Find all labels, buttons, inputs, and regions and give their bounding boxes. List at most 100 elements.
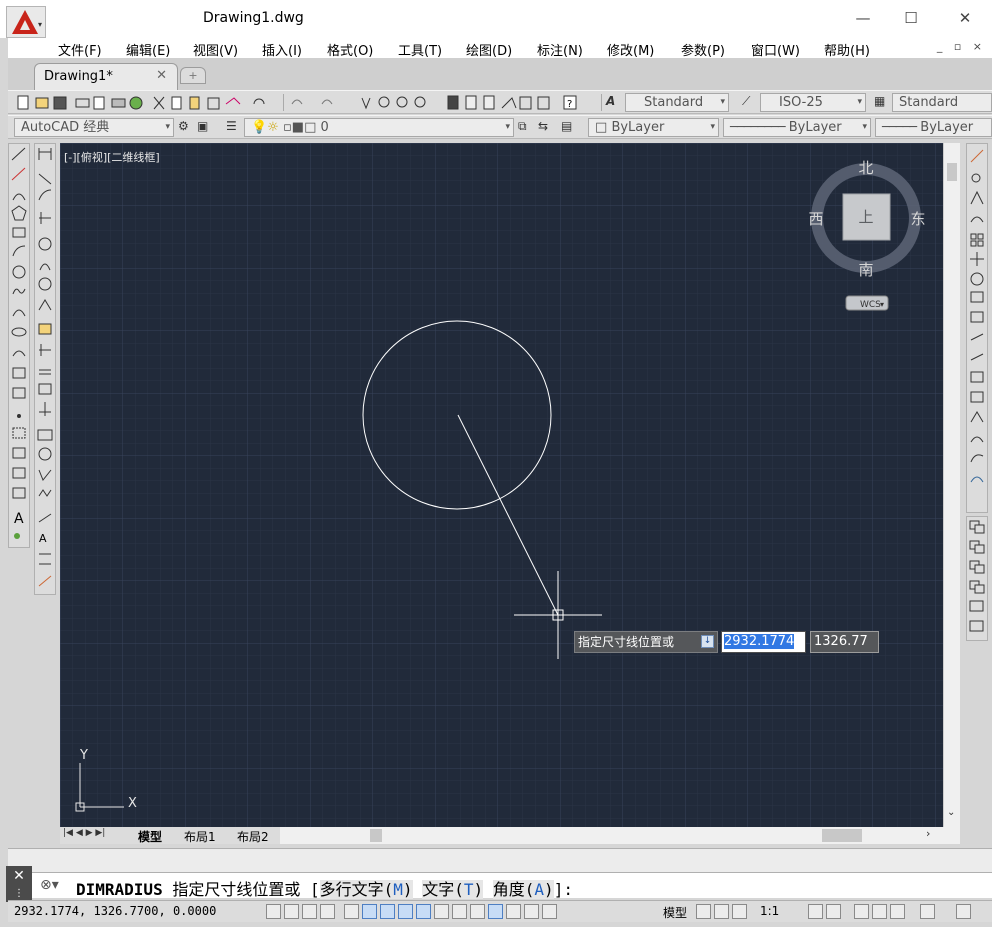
workspace-settings-icon[interactable]: ▣ (197, 118, 208, 134)
menu-edit[interactable]: 编辑(E) (126, 40, 170, 59)
menu-draw[interactable]: 绘图(D) (466, 40, 512, 59)
title-bar: ▾ Drawing1.dwg — ☐ ✕ (0, 0, 1000, 38)
layer-state-icon[interactable]: ▤ (561, 118, 572, 134)
selection-cycling-toggle[interactable] (506, 904, 521, 919)
dynamic-ucs-toggle[interactable] (416, 904, 431, 919)
gear-icon[interactable]: ⚙ (178, 118, 189, 134)
scroll-down-icon[interactable]: ⌄ (947, 807, 955, 818)
application-menu-button[interactable]: ▾ (6, 6, 46, 38)
option-angle-key: A (534, 880, 545, 899)
polar-tracking-toggle[interactable] (344, 904, 359, 919)
menu-tools[interactable]: 工具(T) (398, 40, 442, 59)
scroll-right-icon[interactable]: › (926, 827, 930, 840)
viewport-controls-label[interactable]: [-][俯视][二维线框] (64, 149, 160, 165)
option-text[interactable]: 文字(T) (422, 880, 484, 899)
command-line-close-button[interactable]: ✕ ⋮ (6, 866, 32, 902)
quick-view-layouts-icon[interactable] (696, 904, 711, 919)
hardware-acceleration-icon[interactable] (890, 904, 905, 919)
minimize-button[interactable]: — (840, 6, 886, 30)
model-space-label[interactable]: 模型 (663, 904, 687, 921)
annotation-visibility-icon[interactable] (808, 904, 823, 919)
drawing-area-svg[interactable]: Y X 上 北 南 西 东 WCS ▾ (60, 143, 943, 827)
coordinates-readout[interactable]: 2932.1774, 1326.7700, 0.0000 (14, 904, 216, 918)
close-icon[interactable]: ✕ (156, 68, 167, 83)
arrow-down-icon[interactable]: ↓ (701, 635, 714, 648)
dynamic-input-y-field[interactable]: 1326.77 (810, 631, 879, 653)
close-button[interactable]: ✕ (942, 6, 988, 30)
compass-west[interactable]: 西 (808, 210, 823, 228)
compass-south[interactable]: 南 (858, 261, 873, 279)
annotation-scale[interactable]: 1:1 (760, 904, 779, 918)
text-style-dropdown[interactable]: Standard ▾ (625, 93, 729, 112)
compass-north[interactable]: 北 (858, 159, 873, 177)
lock-icon[interactable] (872, 904, 887, 919)
menu-file[interactable]: 文件(F) (58, 40, 102, 59)
grid-display-toggle[interactable] (302, 904, 317, 919)
dimension-toolbar: A (34, 143, 56, 595)
option-mtext[interactable]: 多行文字(M) (319, 880, 413, 899)
object-snap-toggle[interactable] (362, 904, 377, 919)
menu-parametric[interactable]: 参数(P) (681, 40, 725, 59)
ortho-mode-toggle[interactable] (320, 904, 335, 919)
quick-view-drawings-icon[interactable] (714, 904, 729, 919)
grip-icon: ⋮ (14, 888, 24, 899)
quick-properties-toggle[interactable] (488, 904, 503, 919)
command-history (8, 848, 992, 872)
mdi-window-controls[interactable]: _ ▫ × (937, 40, 986, 53)
wrench-icon[interactable]: ⊗▾ (40, 877, 59, 893)
dimension-style-dropdown[interactable]: ISO-25 ▾ (760, 93, 866, 112)
layer-manager-icon[interactable]: ☰ (226, 118, 237, 134)
modify-toolbar-icons (970, 149, 984, 483)
tab-layout1[interactable]: 布局1 (184, 828, 216, 845)
menu-dimension[interactable]: 标注(N) (537, 40, 583, 59)
vertical-scrollbar[interactable]: ⌄ (943, 143, 960, 827)
file-tab-drawing1[interactable]: Drawing1* ✕ (34, 63, 178, 90)
table-style-dropdown[interactable]: Standard (892, 93, 992, 112)
command-line[interactable]: ⊗▾ DIMRADIUS 指定尺寸线位置或 [多行文字(M) 文字(T) 角度(… (8, 872, 992, 899)
scrollbar-thumb-right[interactable] (822, 829, 862, 842)
pan-icon[interactable] (732, 904, 747, 919)
object-snap-tracking-toggle[interactable] (398, 904, 413, 919)
option-text-close: ) (473, 880, 484, 899)
menu-view[interactable]: 视图(V) (193, 40, 238, 59)
menu-format[interactable]: 格式(O) (327, 40, 373, 59)
menu-modify[interactable]: 修改(M) (607, 40, 654, 59)
infer-constraints-toggle[interactable] (266, 904, 281, 919)
tab-nav-arrows-icon[interactable]: |◀ ◀ ▶ ▶| (63, 828, 105, 838)
dynamic-input-prompt-text: 指定尺寸线位置或 (578, 635, 675, 649)
new-tab-button[interactable]: + (180, 67, 206, 84)
add-icon[interactable] (542, 904, 557, 919)
view-toolbar-icons: ? (291, 95, 577, 110)
transparency-toggle[interactable] (470, 904, 485, 919)
lineweight-dropdown[interactable]: ───── ByLayer (875, 118, 992, 137)
scrollbar-thumb[interactable] (370, 829, 382, 842)
lineweight-toggle[interactable] (452, 904, 467, 919)
maximize-button[interactable]: ☐ (888, 6, 934, 30)
dynamic-input-x-field[interactable]: 2932.1774 (721, 631, 806, 653)
option-angle[interactable]: 角度(A) (492, 880, 554, 899)
layer-dropdown[interactable]: 💡☼ ▫■□ 0 ▾ (244, 118, 514, 137)
layer-previous-icon[interactable]: ⇆ (538, 118, 548, 134)
isolate-objects-icon[interactable] (920, 904, 935, 919)
linetype-dropdown[interactable]: ──────── ByLayer ▾ (723, 118, 871, 137)
menu-insert[interactable]: 插入(I) (262, 40, 302, 59)
drawing-canvas[interactable]: Y X 上 北 南 西 东 WCS ▾ [-][俯视][二维线框] (60, 143, 960, 827)
tab-layout2[interactable]: 布局2 (237, 828, 269, 845)
menu-help[interactable]: 帮助(H) (824, 40, 870, 59)
compass-east[interactable]: 东 (910, 210, 925, 228)
make-current-layer-icon[interactable]: ⧉ (518, 118, 527, 134)
scrollbar-thumb[interactable] (947, 163, 957, 181)
svg-text:A: A (14, 511, 24, 527)
horizontal-scrollbar[interactable]: › (280, 827, 960, 844)
auto-scale-icon[interactable] (826, 904, 841, 919)
dynamic-input-toggle[interactable] (434, 904, 449, 919)
annotation-monitor-toggle[interactable] (524, 904, 539, 919)
gear-icon[interactable] (854, 904, 869, 919)
3d-object-snap-toggle[interactable] (380, 904, 395, 919)
workspace-dropdown[interactable]: AutoCAD 经典 ▾ (14, 118, 174, 137)
color-dropdown[interactable]: □ ByLayer ▾ (588, 118, 719, 137)
menu-window[interactable]: 窗口(W) (751, 40, 800, 59)
snap-mode-toggle[interactable] (284, 904, 299, 919)
clean-screen-icon[interactable] (956, 904, 971, 919)
tab-model[interactable]: 模型 (138, 828, 162, 845)
